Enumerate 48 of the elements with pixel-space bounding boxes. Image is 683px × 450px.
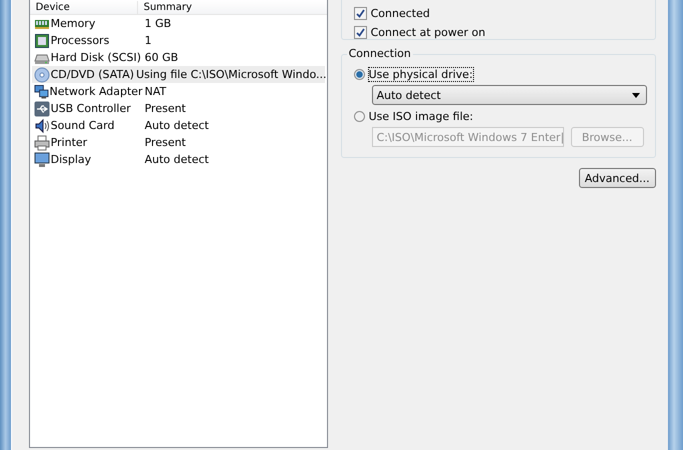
network-icon (34, 84, 49, 100)
column-header[interactable]: Summary (138, 0, 198, 14)
device-name: Processors (50, 34, 110, 47)
device-name: Hard Disk (SCSI) (50, 51, 142, 64)
device-summary: 1 (144, 34, 152, 47)
radio-label: Use physical drive: (368, 68, 473, 80)
printer-icon (34, 134, 50, 150)
device-name: USB Controller (50, 102, 131, 115)
device-name: Network Adapter (50, 85, 143, 98)
dropdown[interactable]: Auto detect (372, 85, 647, 105)
checkbox[interactable] (354, 7, 367, 20)
device-name: CD/DVD (SATA) (50, 68, 134, 81)
speaker-icon (34, 118, 50, 134)
disc-icon (34, 66, 50, 82)
checkbox[interactable] (354, 26, 367, 39)
device-summary: Present (144, 136, 186, 149)
device-row[interactable]: Sound Card Auto detect (32, 117, 325, 134)
device-summary: NAT (144, 85, 166, 98)
device-row[interactable]: Printer Present (32, 134, 325, 151)
device-row[interactable]: Processors 1 (32, 32, 325, 49)
radio-button[interactable] (354, 68, 365, 80)
usb-icon (34, 100, 50, 116)
column-header[interactable]: Device (30, 0, 138, 14)
device-row[interactable]: USB Controller Present (32, 100, 325, 117)
caret-icon (632, 92, 640, 98)
device-row[interactable]: Display Auto detect (32, 151, 325, 168)
monitor-icon (34, 152, 50, 168)
processor-icon (34, 32, 50, 48)
device-summary: Using file C:\ISO\Microsoft Windo... (135, 68, 327, 81)
device-summary: Auto detect (144, 153, 209, 166)
group-title: Connection (346, 47, 413, 60)
device-row[interactable]: Hard Disk (SCSI) 60 GB (32, 49, 325, 66)
device-name: Sound Card (50, 119, 114, 132)
checkbox-label: Connected (370, 7, 430, 20)
device-name: Printer (50, 136, 88, 149)
device-summary: Auto detect (144, 119, 209, 132)
device-name: Memory (50, 17, 96, 30)
device-row[interactable]: Network Adapter NAT (32, 83, 325, 100)
device-summary: Present (144, 102, 186, 115)
checkbox-label: Connect at power on (370, 26, 486, 39)
device-summary: 1 GB (144, 17, 172, 30)
device-row[interactable]: Memory 1 GB (32, 15, 325, 32)
radio-label: Use ISO image file: (368, 110, 474, 122)
radio-button[interactable] (354, 110, 365, 122)
device-name: Display (50, 153, 92, 166)
advanced-button[interactable]: Advanced... (578, 168, 656, 188)
device-summary: 60 GB (144, 51, 178, 64)
device-row[interactable]: CD/DVD (SATA) Using file C:\ISO\Microsoft Windo... (32, 66, 325, 83)
